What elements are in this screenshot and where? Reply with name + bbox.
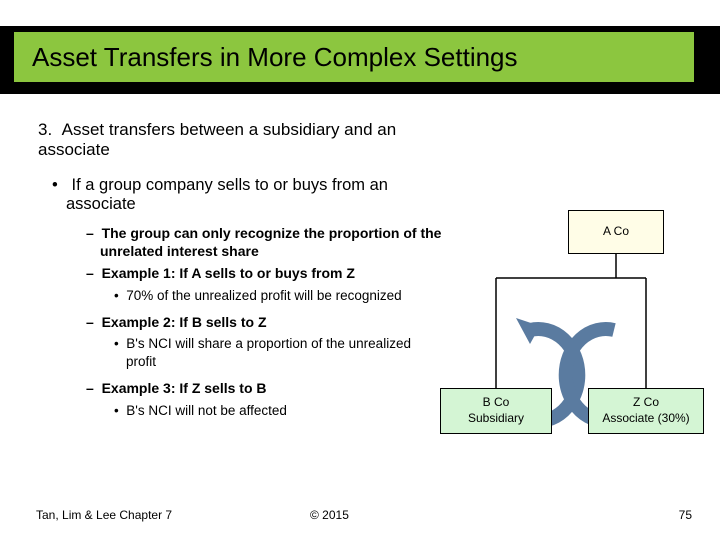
diagram-box-z: Z Co Associate (30%): [588, 388, 704, 434]
section-num: 3.: [38, 120, 52, 139]
dash-text: Example 2: If B sells to Z: [102, 314, 267, 330]
bullet-main-text: If a group company sells to or buys from…: [66, 176, 388, 213]
bullet-main: • If a group company sells to or buys fr…: [52, 176, 444, 214]
section-heading: 3. Asset transfers between a subsidiary …: [38, 120, 444, 160]
dot-item: • B's NCI will share a proportion of the…: [114, 335, 444, 371]
section-text: Asset transfers between a subsidiary and…: [38, 120, 396, 159]
box-z-line1: Z Co: [633, 395, 659, 411]
title-bar: Asset Transfers in More Complex Settings: [0, 26, 720, 94]
dash-item: – The group can only recognize the propo…: [86, 224, 444, 260]
dot-item: • B's NCI will not be affected: [114, 402, 444, 420]
diagram-box-b: B Co Subsidiary: [440, 388, 552, 434]
dash-item: – Example 3: If Z sells to B: [86, 379, 444, 397]
box-a-label: A Co: [603, 224, 629, 240]
box-b-line2: Subsidiary: [468, 411, 524, 427]
dash-item: – Example 1: If A sells to or buys from …: [86, 264, 444, 282]
title-bg-green: Asset Transfers in More Complex Settings: [14, 32, 694, 82]
dash-item: – Example 2: If B sells to Z: [86, 313, 444, 331]
dot-text: B's NCI will not be affected: [126, 403, 287, 418]
body-content: 3. Asset transfers between a subsidiary …: [34, 120, 444, 428]
slide-title: Asset Transfers in More Complex Settings: [32, 42, 518, 73]
dash-text: Example 3: If Z sells to B: [102, 380, 267, 396]
box-z-line2: Associate (30%): [602, 411, 689, 427]
footer-page-number: 75: [679, 508, 692, 522]
org-diagram: A Co B Co Subsidiary Z Co Associate (30%…: [440, 210, 704, 450]
dot-text: 70% of the unrealized profit will be rec…: [126, 288, 401, 303]
dash-text: Example 1: If A sells to or buys from Z: [102, 265, 355, 281]
footer-center: © 2015: [310, 508, 349, 522]
dash-text: The group can only recognize the proport…: [100, 225, 441, 259]
diagram-box-a: A Co: [568, 210, 664, 254]
box-b-line1: B Co: [483, 395, 510, 411]
dot-item: • 70% of the unrealized profit will be r…: [114, 287, 444, 305]
footer-left: Tan, Lim & Lee Chapter 7: [36, 508, 172, 522]
dot-text: B's NCI will share a proportion of the u…: [126, 336, 411, 369]
